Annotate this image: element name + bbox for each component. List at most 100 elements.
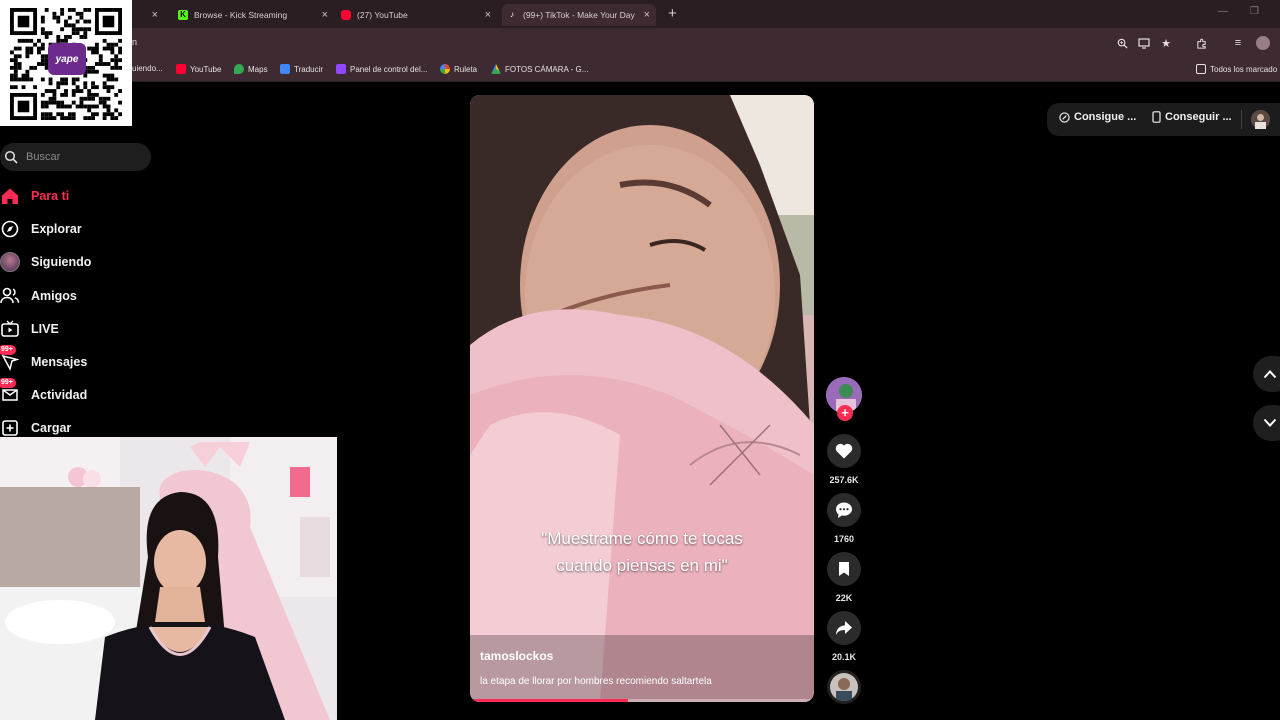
video-progress-bar[interactable] bbox=[470, 699, 814, 702]
follow-plus-button[interactable]: + bbox=[837, 405, 853, 421]
video-progress-fill bbox=[470, 699, 629, 702]
bookmark-ruleta[interactable]: Ruleta bbox=[440, 64, 477, 74]
qr-module bbox=[91, 65, 95, 70]
qr-module bbox=[29, 46, 34, 51]
zoom-icon[interactable] bbox=[1115, 36, 1129, 50]
sidebar-item-label: Siguiendo bbox=[31, 255, 92, 269]
sidebar-item-label: Para ti bbox=[31, 189, 70, 203]
qr-module bbox=[87, 92, 92, 97]
qr-module bbox=[29, 65, 34, 70]
yape-logo: yape bbox=[48, 43, 86, 75]
save-button[interactable] bbox=[827, 552, 861, 586]
qr-module bbox=[71, 77, 76, 82]
tab-youtube[interactable]: (27) YouTube × bbox=[341, 4, 491, 26]
share-button[interactable] bbox=[827, 611, 861, 645]
user-avatar[interactable] bbox=[1251, 110, 1270, 129]
get-coins-button[interactable]: Consigue ... bbox=[1059, 111, 1136, 123]
qr-module bbox=[60, 112, 65, 117]
new-tab-button[interactable]: + bbox=[668, 5, 677, 22]
close-icon[interactable]: × bbox=[485, 9, 491, 21]
extensions-icon[interactable] bbox=[1194, 36, 1208, 50]
bookmark-youtube[interactable]: YouTube bbox=[176, 64, 221, 74]
qr-module bbox=[75, 27, 80, 32]
qr-module bbox=[87, 65, 92, 70]
activity-icon: 99+ bbox=[0, 378, 20, 405]
sidebar-item-amigos[interactable]: Amigos bbox=[0, 284, 77, 308]
search-input[interactable] bbox=[26, 151, 146, 163]
qr-module bbox=[75, 11, 80, 16]
sidebar-item-label: Actividad bbox=[31, 388, 88, 402]
close-icon[interactable]: × bbox=[152, 9, 158, 21]
qr-module bbox=[40, 54, 45, 59]
bookmark-item[interactable]: uiendo... bbox=[132, 64, 163, 73]
bookmark-panel[interactable]: Panel de control del... bbox=[336, 64, 427, 74]
bookmark-star-icon[interactable]: ★ bbox=[1159, 36, 1173, 50]
tab-close-partial[interactable]: × bbox=[152, 4, 158, 26]
comment-button[interactable] bbox=[827, 493, 861, 527]
qr-module bbox=[44, 35, 49, 39]
qr-module bbox=[75, 77, 80, 82]
qr-module bbox=[91, 92, 95, 97]
qr-module bbox=[17, 77, 22, 82]
qr-module bbox=[56, 104, 61, 109]
bookmark-translate[interactable]: Traducir bbox=[280, 64, 323, 74]
install-app-icon[interactable] bbox=[1137, 36, 1151, 50]
qr-module bbox=[102, 96, 107, 101]
qr-module bbox=[106, 42, 111, 47]
music-disc-icon[interactable] bbox=[827, 670, 861, 704]
following-avatar-icon bbox=[0, 252, 20, 272]
qr-module bbox=[94, 42, 99, 47]
get-app-button[interactable]: Conseguir ... bbox=[1152, 111, 1232, 123]
minimize-icon[interactable]: — bbox=[1218, 6, 1228, 17]
get-app-label: Conseguir ... bbox=[1165, 111, 1232, 123]
address-bar[interactable]: n bbox=[0, 28, 1280, 58]
qr-module bbox=[118, 46, 122, 51]
sidebar-item-live[interactable]: LIVE bbox=[0, 317, 59, 341]
chevron-up-icon bbox=[1263, 370, 1277, 379]
qr-module bbox=[48, 96, 53, 101]
qr-module bbox=[79, 15, 84, 20]
sidebar-item-siguiendo[interactable]: Siguiendo bbox=[0, 250, 91, 274]
media-control-icon[interactable]: ≡ bbox=[1231, 36, 1245, 50]
next-video-button[interactable] bbox=[1253, 405, 1280, 441]
qr-module bbox=[106, 112, 111, 117]
qr-module bbox=[13, 62, 18, 66]
qr-module bbox=[10, 50, 14, 55]
profile-avatar-icon[interactable] bbox=[1256, 36, 1270, 50]
close-icon[interactable]: × bbox=[644, 9, 650, 21]
bookmark-fotos[interactable]: FOTOS CÁMARA - G... bbox=[491, 64, 588, 74]
qr-module bbox=[48, 89, 53, 93]
sidebar-item-explorar[interactable]: Explorar bbox=[0, 217, 82, 241]
qr-module bbox=[52, 116, 57, 120]
compass-icon bbox=[0, 219, 20, 239]
sidebar-item-mensajes[interactable]: 99+ Mensajes bbox=[0, 345, 87, 374]
previous-video-button[interactable] bbox=[1253, 356, 1280, 392]
tab-kick[interactable]: K Browse - Kick Streaming × bbox=[178, 4, 328, 26]
like-button[interactable] bbox=[827, 434, 861, 468]
notification-badge: 99+ bbox=[0, 345, 16, 355]
qr-module bbox=[25, 69, 30, 74]
qr-module bbox=[79, 89, 84, 93]
qr-module bbox=[13, 85, 18, 90]
sidebar-item-label: LIVE bbox=[31, 322, 59, 336]
bookmark-maps[interactable]: Maps bbox=[234, 64, 268, 74]
address-text[interactable]: n bbox=[132, 37, 137, 47]
search-bar[interactable] bbox=[0, 143, 151, 171]
video-author-name[interactable]: tamoslockos bbox=[480, 649, 553, 663]
sidebar-item-actividad[interactable]: 99+ Actividad bbox=[0, 378, 88, 407]
qr-module bbox=[110, 46, 115, 51]
sidebar-item-para-ti[interactable]: Para ti bbox=[0, 184, 69, 208]
qr-module bbox=[114, 77, 119, 82]
tab-tiktok[interactable]: ♪ (99+) TikTok - Make Your Day × bbox=[502, 4, 656, 26]
video-player[interactable]: "Muestrame cómo te tocas cuando piensas … bbox=[470, 95, 814, 702]
qr-module bbox=[75, 31, 80, 36]
get-coins-label: Consigue ... bbox=[1074, 111, 1137, 123]
close-icon[interactable]: × bbox=[322, 9, 328, 21]
maximize-icon[interactable]: ❐ bbox=[1250, 6, 1259, 17]
qr-module bbox=[110, 77, 115, 82]
all-bookmarks[interactable]: Todos los marcado bbox=[1196, 64, 1277, 74]
qr-module bbox=[114, 108, 119, 113]
qr-module bbox=[44, 8, 49, 12]
qr-module bbox=[52, 100, 57, 105]
qr-module bbox=[71, 116, 76, 120]
